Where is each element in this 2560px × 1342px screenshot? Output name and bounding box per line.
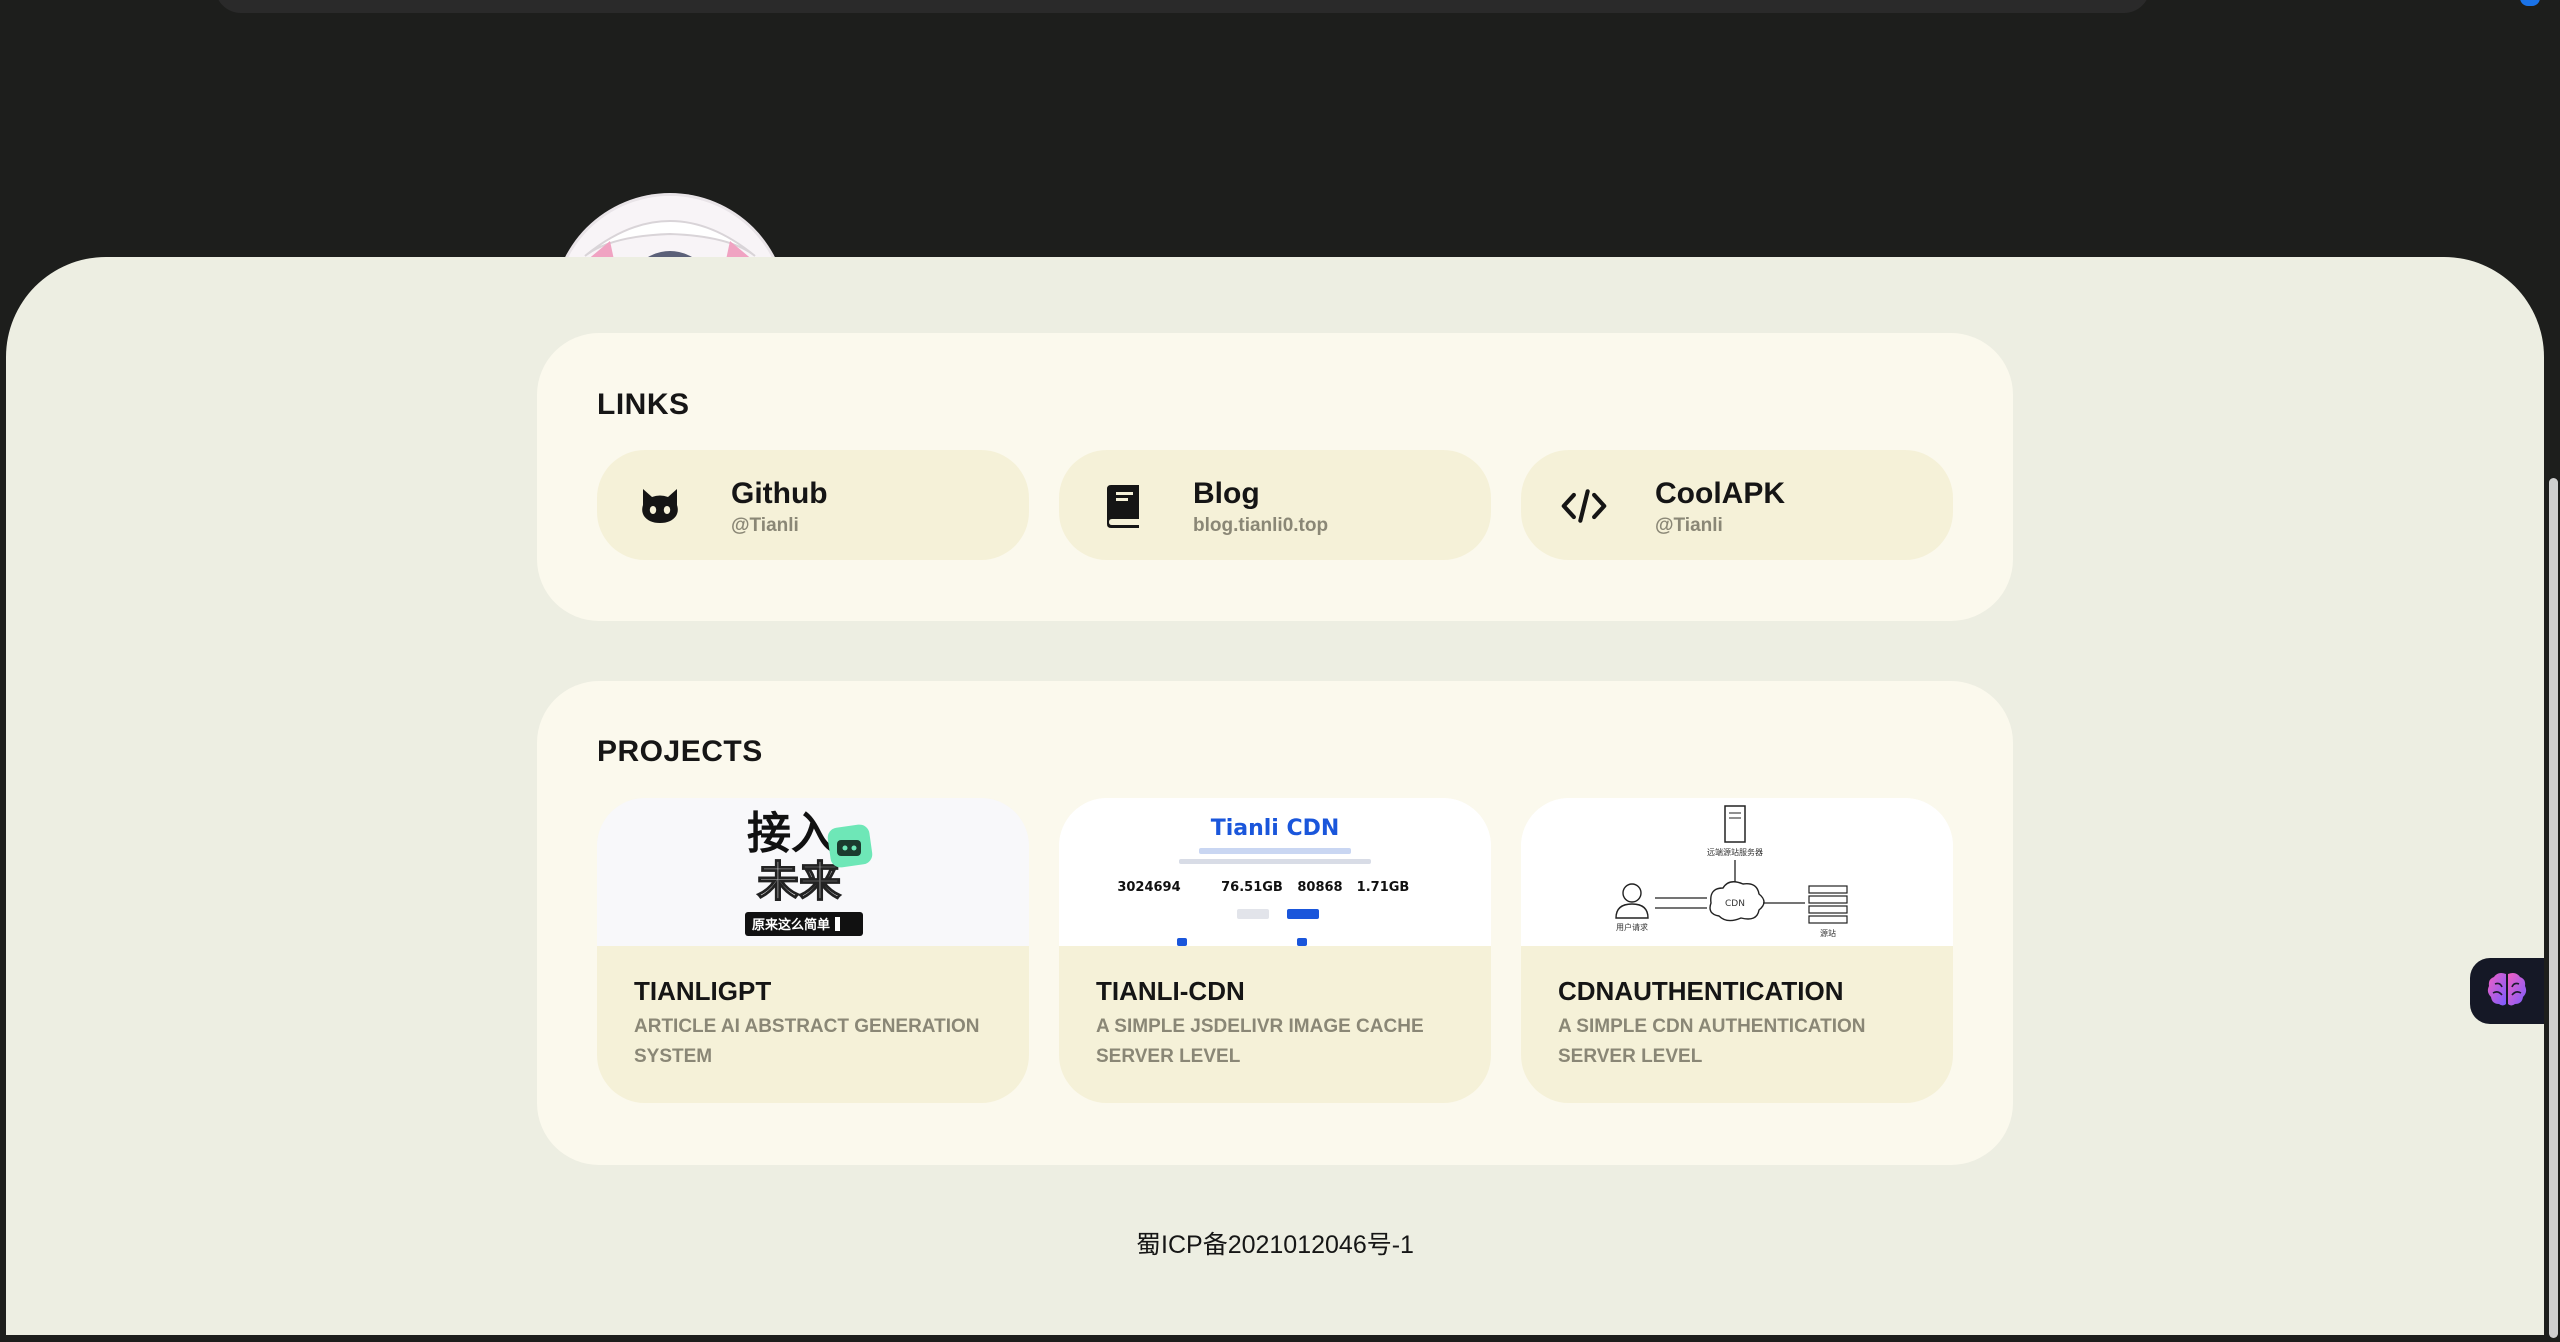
project-description: A SIMPLE JSDELIVR IMAGE CACHE SERVER LEV… — [1096, 1016, 1424, 1067]
ai-assistant-button[interactable] — [2470, 958, 2544, 1024]
thumb-label: 用户请求 — [1616, 922, 1648, 932]
thumb-stat: 1.71GB — [1357, 880, 1410, 895]
project-cdnauthentication[interactable]: 远端源站服务器 CDN 用户请求 源站 CDNAUTHENTICATION A … — [1521, 798, 1953, 1103]
thumb-label: 远端源站服务器 — [1707, 847, 1763, 857]
thumb-caption: 原来这么简单 — [752, 917, 830, 933]
projects-section: PROJECTS 接入 未来 原来这么简单 TIANLIGPT ARTICLE … — [537, 681, 2013, 1165]
thumb-label: 源站 — [1820, 928, 1836, 938]
thumb-stat: 76.51GB — [1221, 880, 1283, 895]
link-subtitle: @Tianli — [1655, 515, 1723, 536]
links-title: LINKS — [597, 388, 690, 421]
link-subtitle: @Tianli — [731, 515, 799, 536]
brain-icon — [2486, 970, 2528, 1013]
project-thumbnail: Tianli CDN 3024694 76.51GB 80868 1.71GB — [1059, 798, 1491, 946]
project-title: TIANLI-CDN — [1096, 976, 1245, 1006]
notification-dot[interactable] — [2520, 0, 2540, 6]
thumb-line1: 接入 — [747, 808, 835, 859]
scrollbar-thumb[interactable] — [2549, 478, 2558, 1338]
project-title: TIANLIGPT — [634, 976, 772, 1006]
projects-title: PROJECTS — [597, 735, 763, 768]
link-blog[interactable]: Blog blog.tianli0.top — [1059, 450, 1491, 560]
link-coolapk[interactable]: CoolAPK @Tianli — [1521, 450, 1953, 560]
top-navigation-bar — [215, 0, 2150, 13]
thumb-heading: Tianli CDN — [1211, 816, 1340, 841]
thumb-stat: 80868 — [1297, 880, 1342, 895]
github-icon — [637, 483, 683, 529]
thumb-label: CDN — [1725, 899, 1745, 909]
link-name: Blog — [1193, 477, 1260, 510]
project-thumbnail: 接入 未来 原来这么简单 — [597, 798, 1029, 946]
footer-icp[interactable]: 蜀ICP备2021012046号-1 — [0, 1225, 2550, 1261]
code-icon — [1561, 483, 1607, 529]
project-tianli-cdn[interactable]: Tianli CDN 3024694 76.51GB 80868 1.71GB … — [1059, 798, 1491, 1103]
link-github[interactable]: Github @Tianli — [597, 450, 1029, 560]
book-icon — [1099, 483, 1145, 529]
project-description: ARTICLE AI ABSTRACT GENERATION SYSTEM — [634, 1016, 980, 1067]
links-section: LINKS Github @Tianli Blog blog.tianli0.t… — [537, 333, 2013, 621]
project-thumbnail: 远端源站服务器 CDN 用户请求 源站 — [1521, 798, 1953, 946]
link-subtitle: blog.tianli0.top — [1193, 515, 1329, 536]
project-tianligpt[interactable]: 接入 未来 原来这么简单 TIANLIGPT ARTICLE AI ABSTRA… — [597, 798, 1029, 1103]
thumb-stat: 3024694 — [1117, 880, 1180, 895]
project-description: A SIMPLE CDN AUTHENTICATION SERVER LEVEL — [1558, 1016, 1866, 1067]
link-name: Github — [731, 477, 828, 510]
thumb-line2: 未来 — [757, 857, 841, 906]
link-name: CoolAPK — [1655, 477, 1785, 510]
project-title: CDNAUTHENTICATION — [1558, 976, 1844, 1006]
